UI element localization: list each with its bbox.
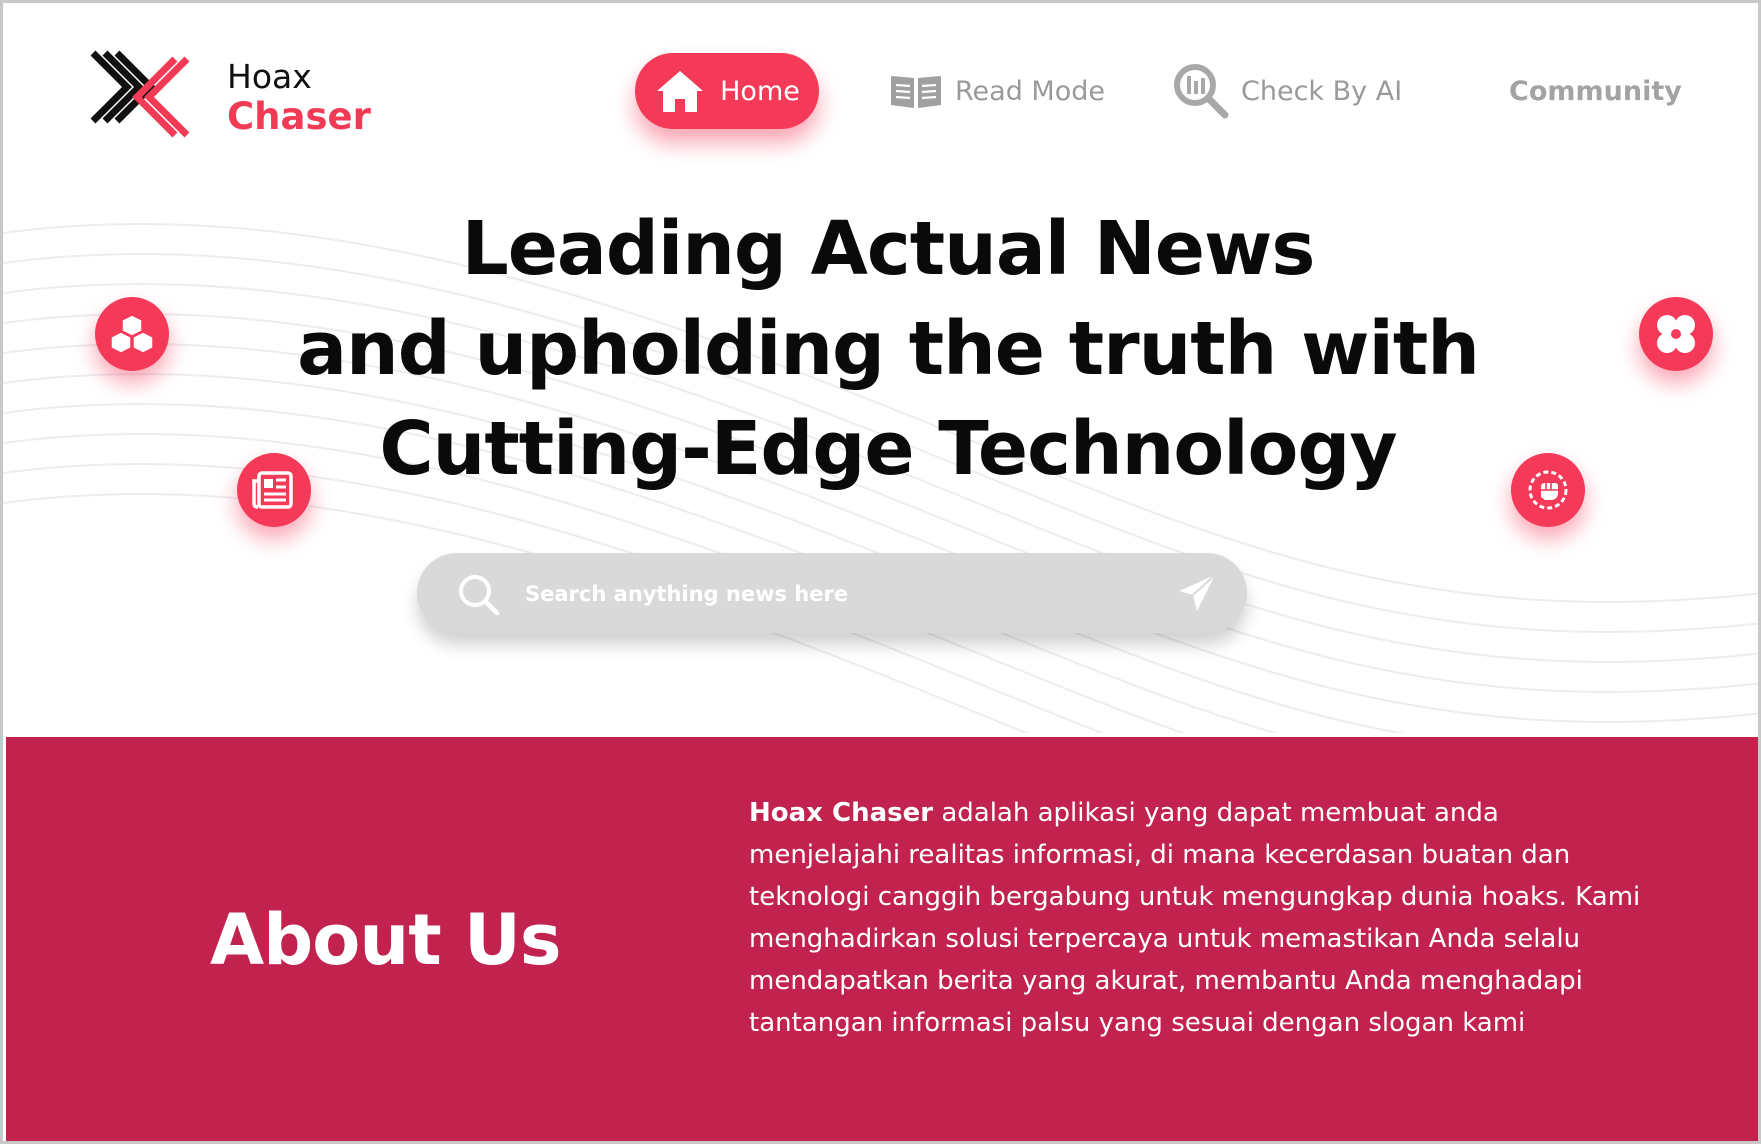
nav-home-button[interactable]: Home	[635, 53, 819, 129]
nav-community-label: Community	[1509, 75, 1682, 107]
brand-name-line1: Hoax	[227, 57, 312, 96]
analytics-search-icon	[1174, 64, 1229, 119]
pinwheel-badge	[1639, 297, 1713, 371]
nav-read-mode[interactable]: Read Mode	[889, 65, 1105, 117]
about-body: adalah aplikasi yang dapat membuat anda …	[749, 798, 1641, 1038]
open-book-icon	[891, 76, 941, 108]
hero-title-line3: Cutting-Edge Technology	[379, 406, 1397, 492]
cubes-icon	[110, 314, 154, 354]
pinwheel-icon	[1657, 315, 1695, 353]
nav-community[interactable]: Community	[1509, 65, 1682, 117]
brand-name: Hoax Chaser	[227, 57, 371, 137]
page-frame: Hoax Chaser Home Read Mode Check By AI C…	[0, 0, 1761, 1144]
home-icon	[657, 71, 704, 112]
hero-title-line1: Leading Actual News	[461, 206, 1316, 292]
search-bar	[417, 553, 1247, 633]
send-icon[interactable]	[1175, 571, 1219, 615]
cubes-badge	[95, 297, 169, 371]
hero-title-line2: and upholding the truth with	[297, 306, 1480, 392]
search-icon	[459, 575, 500, 616]
about-title: About Us	[210, 899, 562, 981]
about-section: About Us Hoax Chaser adalah aplikasi yan…	[6, 737, 1758, 1141]
nav-read-mode-label: Read Mode	[955, 75, 1105, 107]
nav-check-by-ai-label: Check By AI	[1241, 75, 1403, 107]
search-input[interactable]	[523, 571, 1127, 617]
nav-check-by-ai[interactable]: Check By AI	[1173, 64, 1403, 119]
logo-mark-icon	[90, 50, 190, 138]
brand-logo[interactable]: Hoax Chaser	[87, 49, 371, 145]
brand-name-line2: Chaser	[227, 95, 371, 138]
about-description: Hoax Chaser adalah aplikasi yang dapat m…	[749, 792, 1649, 1044]
about-brand-name: Hoax Chaser	[749, 798, 934, 828]
nav-home-label: Home	[720, 75, 800, 107]
